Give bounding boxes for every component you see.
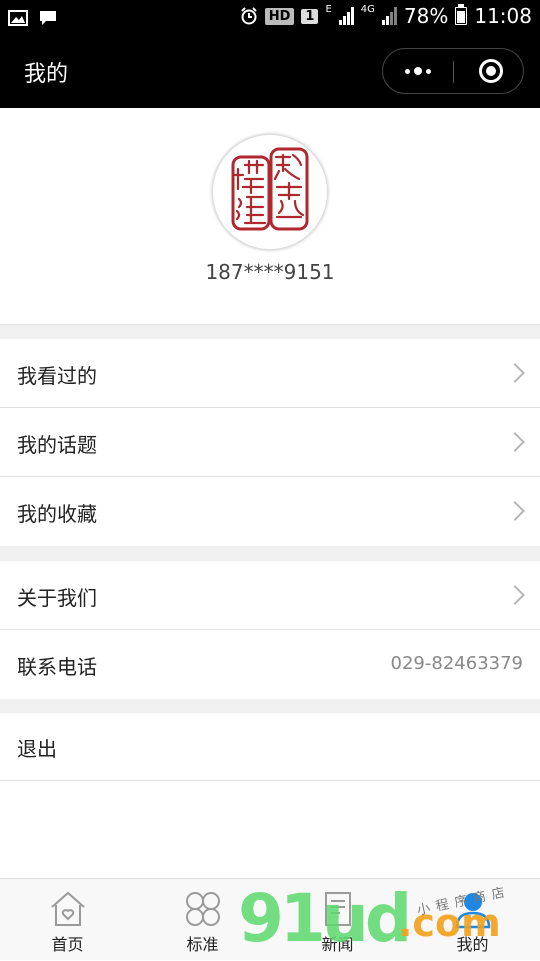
- tab-home[interactable]: 首页: [0, 879, 135, 961]
- section-gap: [0, 699, 540, 713]
- status-bar: HD 1 E 4G 78% 11:08: [0, 0, 540, 36]
- close-miniprogram-button[interactable]: [479, 59, 503, 83]
- menu-item-label: 我看过的: [17, 364, 97, 388]
- battery-icon: [455, 4, 468, 25]
- menu-item-favorites[interactable]: 我的收藏: [0, 477, 540, 546]
- more-dot: [426, 68, 431, 74]
- profile-section: 187****9151: [0, 108, 540, 324]
- logout-label: 退出: [17, 737, 57, 761]
- menu-item-topics[interactable]: 我的话题: [0, 408, 540, 477]
- alarm-icon: [241, 7, 257, 25]
- more-dot: [414, 67, 422, 75]
- menu-item-label: 我的收藏: [17, 502, 97, 526]
- message-notification-icon: [40, 11, 56, 25]
- tab-mine[interactable]: 我的: [405, 879, 540, 961]
- capsule-divider: [453, 61, 454, 83]
- tab-label: 我的: [456, 935, 489, 954]
- tab-label: 标准: [186, 935, 219, 954]
- signal-icon-2: [381, 7, 397, 25]
- network-4g-label: 4G: [360, 4, 375, 15]
- sim-badge: 1: [301, 8, 319, 24]
- tab-bar: 首页 标准 新闻 我的: [0, 878, 540, 960]
- more-button[interactable]: [383, 49, 453, 93]
- menu-item-about[interactable]: 关于我们: [0, 561, 540, 630]
- image-notification-icon: [8, 10, 28, 26]
- network-e-label: E: [325, 4, 332, 15]
- menu-item-viewed[interactable]: 我看过的: [0, 339, 540, 408]
- tab-standards[interactable]: 标准: [135, 879, 270, 961]
- clock: 11:08: [474, 4, 532, 28]
- grid-icon: [185, 892, 220, 926]
- tab-label: 新闻: [321, 935, 354, 954]
- chevron-right-icon: [505, 501, 525, 521]
- menu-item-contact-phone[interactable]: 联系电话 029-82463379: [0, 630, 540, 699]
- home-icon: [50, 891, 85, 926]
- battery-percent: 78%: [403, 4, 449, 28]
- user-phone: 187****9151: [205, 260, 335, 284]
- menu-item-label: 关于我们: [17, 586, 97, 610]
- seal-logo-icon: [231, 147, 309, 231]
- menu-item-label: 联系电话: [17, 655, 97, 679]
- menu-group-history: 我看过的 我的话题 我的收藏: [0, 339, 540, 546]
- chevron-right-icon: [505, 585, 525, 605]
- menu-item-label: 我的话题: [17, 433, 97, 457]
- tab-news[interactable]: 新闻: [270, 879, 405, 961]
- signal-icon: [338, 7, 354, 25]
- section-gap: [0, 324, 540, 339]
- chevron-right-icon: [505, 432, 525, 452]
- logout-button[interactable]: 退出: [0, 713, 540, 780]
- menu-group-info: 关于我们 联系电话 029-82463379: [0, 561, 540, 699]
- user-icon: [455, 893, 490, 929]
- miniprogram-capsule: [382, 48, 524, 94]
- menu-group-account: 退出: [0, 713, 540, 781]
- page-title: 我的: [24, 62, 69, 87]
- contact-phone-value: 029-82463379: [390, 653, 523, 674]
- tab-label: 首页: [51, 935, 84, 954]
- chevron-right-icon: [505, 363, 525, 383]
- more-dot: [405, 68, 410, 74]
- section-gap: [0, 546, 540, 561]
- document-icon: [324, 892, 351, 926]
- avatar[interactable]: [212, 134, 328, 250]
- hd-badge: HD: [264, 7, 295, 25]
- nav-bar: 我的: [0, 36, 540, 108]
